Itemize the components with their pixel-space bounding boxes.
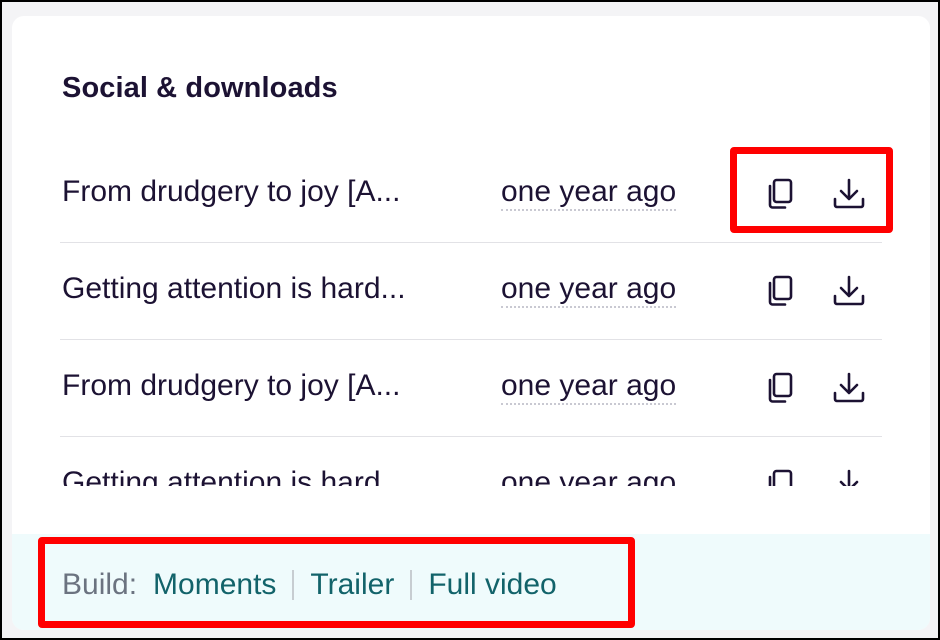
item-title: Getting attention is hard... [62, 272, 406, 305]
copy-icon[interactable] [763, 273, 797, 309]
copy-icon[interactable] [763, 370, 797, 406]
list-item: Getting attention is hard... one year ag… [60, 243, 882, 340]
window-frame: Social & downloads From drudgery to joy … [0, 0, 940, 640]
copy-icon[interactable] [763, 467, 797, 486]
item-timestamp: one year ago [501, 369, 677, 405]
list-item: From drudgery to joy [A... one year ago [60, 340, 882, 437]
build-label: Build: [62, 568, 138, 601]
item-timestamp: one year ago [501, 175, 677, 211]
item-title: From drudgery to joy [A... [62, 369, 401, 402]
build-trailer-link[interactable]: Trailer [310, 568, 394, 602]
build-footer: Build: Moments Trailer Full video [12, 534, 930, 630]
item-title: Getting attention is hard... [62, 466, 406, 486]
downloads-list[interactable]: From drudgery to joy [A... one year ago … [60, 146, 882, 486]
list-item: Getting attention is hard... one year ag… [60, 437, 882, 486]
build-moments-link[interactable]: Moments [153, 568, 276, 602]
item-title: From drudgery to joy [A... [62, 175, 401, 208]
download-icon[interactable] [832, 467, 866, 486]
link-divider [410, 570, 413, 600]
copy-icon[interactable] [763, 176, 797, 212]
social-downloads-panel: Social & downloads From drudgery to joy … [12, 16, 930, 630]
download-icon[interactable] [832, 176, 866, 212]
download-icon[interactable] [832, 370, 866, 406]
panel-title: Social & downloads [62, 72, 338, 104]
build-links: Build: Moments Trailer Full video [62, 568, 557, 602]
download-icon[interactable] [832, 273, 866, 309]
link-divider [292, 570, 295, 600]
list-item: From drudgery to joy [A... one year ago [60, 146, 882, 243]
item-timestamp: one year ago [501, 272, 677, 308]
build-full-video-link[interactable]: Full video [428, 568, 556, 602]
item-timestamp: one year ago [501, 466, 676, 486]
